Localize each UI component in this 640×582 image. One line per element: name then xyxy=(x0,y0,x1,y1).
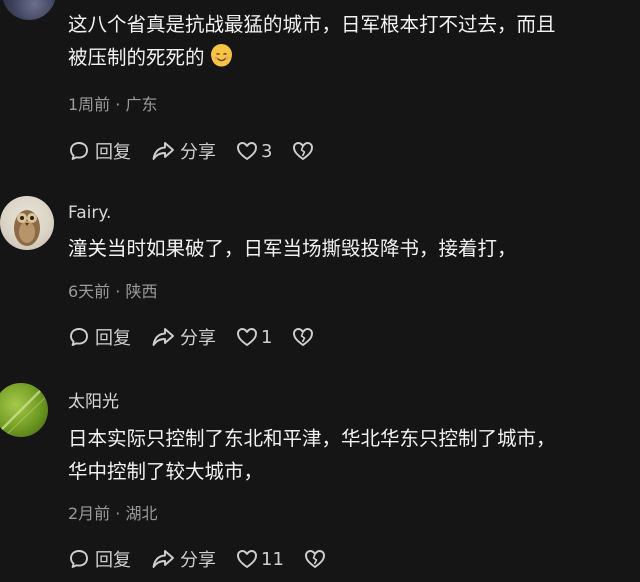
comment-time: 2月前 xyxy=(68,504,111,523)
dislike-button[interactable] xyxy=(292,327,314,347)
reply-bubble-icon xyxy=(70,142,88,160)
meta-separator: · xyxy=(115,282,121,301)
share-label: 分享 xyxy=(180,328,216,349)
broken-heart-icon xyxy=(293,142,314,160)
heart-icon xyxy=(237,328,257,346)
reply-button[interactable]: 回复 xyxy=(68,138,131,164)
comment-text: 潼关当时如果破了，日军当场撕毁投降书，接着打， xyxy=(68,232,628,265)
comment-text: 日本实际只控制了东北和平津，华北华东只控制了城市， 华中控制了较大城市， xyxy=(68,422,628,488)
comment-text-line1: 潼关当时如果破了，日军当场撕毁投降书，接着打， xyxy=(68,237,517,260)
comment-time: 6天前 xyxy=(68,282,111,301)
comment-text-line2: 被压制的死死的 xyxy=(68,46,205,69)
comment-actions: 回复 分享 3 xyxy=(68,138,334,164)
share-button[interactable]: 分享 xyxy=(151,546,216,572)
comment-location: 陕西 xyxy=(125,282,158,301)
like-count: 3 xyxy=(261,140,273,162)
share-label: 分享 xyxy=(180,550,216,571)
like-button[interactable]: 3 xyxy=(236,141,272,162)
smile-face-icon xyxy=(210,44,232,67)
comment-location: 湖北 xyxy=(125,504,158,523)
reply-label: 回复 xyxy=(95,142,131,163)
comment-text-line2: 华中控制了较大城市， xyxy=(68,460,264,483)
dislike-button[interactable] xyxy=(304,549,326,569)
comment-meta: 2月前 · 湖北 xyxy=(68,500,157,524)
heart-icon xyxy=(237,550,257,568)
comment-meta: 1周前 · 广东 xyxy=(68,91,157,115)
comment-text: 这八个省真是抗战最猛的城市，日军根本打不过去，而且 被压制的死死的 xyxy=(68,8,628,74)
avatar[interactable] xyxy=(0,196,54,250)
reply-label: 回复 xyxy=(95,550,131,571)
like-count: 1 xyxy=(261,326,273,348)
comment-actions: 回复 分享 11 xyxy=(68,546,346,572)
share-arrow-icon xyxy=(152,328,174,346)
avatar[interactable] xyxy=(0,383,48,437)
reply-button[interactable]: 回复 xyxy=(68,546,131,572)
comment-text-line1: 日本实际只控制了东北和平津，华北华东只控制了城市， xyxy=(68,427,556,450)
reply-button[interactable]: 回复 xyxy=(68,324,131,350)
heart-icon xyxy=(237,142,257,160)
dislike-button[interactable] xyxy=(292,141,314,161)
share-arrow-icon xyxy=(152,550,174,568)
like-button[interactable]: 1 xyxy=(236,327,272,348)
broken-heart-icon xyxy=(293,328,314,346)
share-label: 分享 xyxy=(180,142,216,163)
reply-bubble-icon xyxy=(70,328,88,346)
comment-actions: 回复 分享 1 xyxy=(68,324,334,350)
broken-heart-icon xyxy=(304,550,325,568)
share-button[interactable]: 分享 xyxy=(151,324,216,350)
like-count: 11 xyxy=(261,548,284,570)
like-button[interactable]: 11 xyxy=(236,549,284,570)
comment-location: 广东 xyxy=(125,95,158,114)
comment-time: 1周前 xyxy=(68,95,111,114)
meta-separator: · xyxy=(115,95,121,114)
reply-label: 回复 xyxy=(95,328,131,349)
comment-text-line1: 这八个省真是抗战最猛的城市，日军根本打不过去，而且 xyxy=(68,13,556,36)
share-button[interactable]: 分享 xyxy=(151,138,216,164)
share-arrow-icon xyxy=(152,142,174,160)
meta-separator: · xyxy=(115,504,121,523)
avatar[interactable] xyxy=(2,0,56,20)
username[interactable]: Fairy. xyxy=(68,203,111,223)
comment-meta: 6天前 · 陕西 xyxy=(68,278,157,302)
username[interactable]: 太阳光 xyxy=(68,387,119,412)
reply-bubble-icon xyxy=(70,550,88,568)
